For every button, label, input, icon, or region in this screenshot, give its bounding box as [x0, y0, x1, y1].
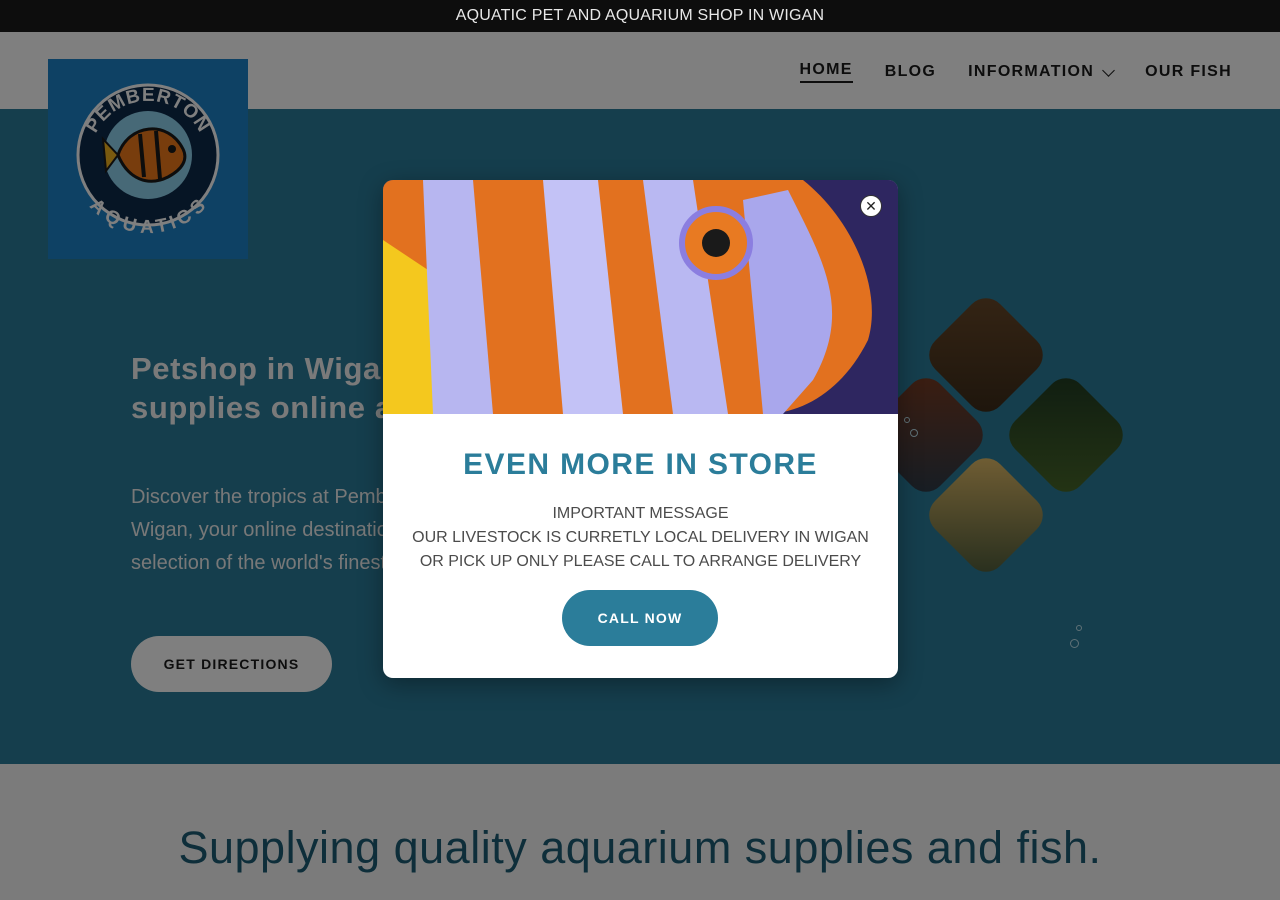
announcement-modal: ✕ EVEN MORE IN STORE IMPORTANT MESSAGE O… — [383, 180, 898, 678]
call-now-button[interactable]: CALL NOW — [562, 590, 718, 646]
modal-fish-image — [383, 180, 898, 414]
modal-message-heading: IMPORTANT MESSAGE — [552, 505, 729, 522]
modal-title: EVEN MORE IN STORE — [463, 448, 818, 481]
fish-image-graphic — [383, 180, 898, 414]
modal-message: IMPORTANT MESSAGE OUR LIVESTOCK IS CURRE… — [403, 502, 878, 574]
modal-message-body: OUR LIVESTOCK IS CURRETLY LOCAL DELIVERY… — [412, 529, 869, 570]
close-icon[interactable]: ✕ — [860, 195, 882, 217]
announcement-bar: AQUATIC PET AND AQUARIUM SHOP IN WIGAN — [0, 0, 1280, 32]
